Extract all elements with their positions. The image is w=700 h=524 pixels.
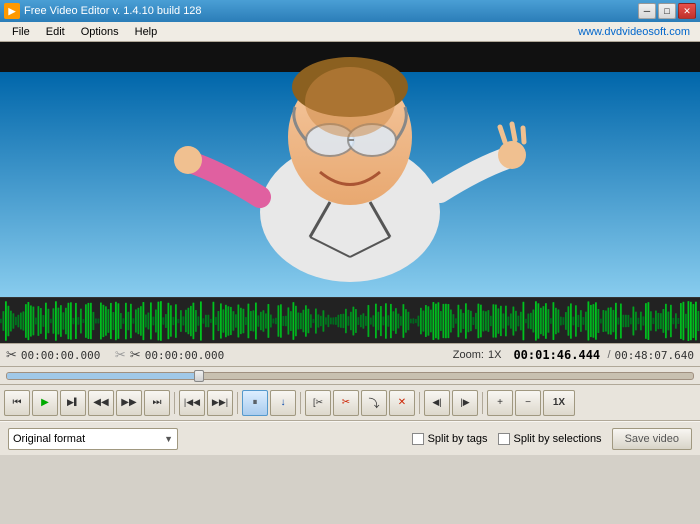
split-by-selections-label: Split by selections [514,433,602,445]
pause-button[interactable]: ⏸ [242,390,268,416]
window-controls: ─ □ ✕ [638,3,696,19]
zoom-level: 1X [488,349,501,361]
app-icon: ▶ [4,3,20,19]
window-title: Free Video Editor v. 1.4.10 build 128 [24,5,638,17]
seek-bar-area [0,367,700,385]
fade-button[interactable]: ⤵ [361,390,387,416]
waveform-svg: // Generate waveform pattern inline via … [0,298,700,343]
video-area [0,42,700,297]
cut-point-icon: ✂ [115,347,126,363]
menu-bar: File Edit Options Help www.dvdvideosoft.… [0,22,700,42]
zoom-in-button[interactable]: + [487,390,513,416]
next-mark-button[interactable]: |▶ [452,390,478,416]
mark-start-button[interactable]: [✂ [305,390,331,416]
split-by-tags-checkbox[interactable] [412,433,424,445]
next-frame-button[interactable]: ▶▶ [116,390,142,416]
menu-options[interactable]: Options [73,25,127,39]
end-timecode: 00:00:00.000 [145,349,235,362]
menu-edit[interactable]: Edit [38,25,73,39]
delete-segment-button[interactable]: ✕ [389,390,415,416]
timecode-bar: ✂ 00:00:00.000 ✂ ✂ 00:00:00.000 Zoom: 1X… [0,343,700,367]
dropdown-arrow-icon: ▼ [164,434,173,444]
download-button[interactable]: ↓ [270,390,296,416]
maximize-button[interactable]: □ [658,3,676,19]
prev-frame-button[interactable]: ◀◀ [88,390,114,416]
menu-file[interactable]: File [4,25,38,39]
title-bar: ▶ Free Video Editor v. 1.4.10 build 128 … [0,0,700,22]
separator-4 [419,392,420,414]
menu-help[interactable]: Help [127,25,166,39]
go-to-start-button[interactable]: ⏮ [4,390,30,416]
split-by-selections-group: Split by selections [498,433,602,445]
waveform-area: // Generate waveform pattern inline via … [0,297,700,343]
website-link[interactable]: www.dvdvideosoft.com [578,26,696,38]
separator-5 [482,392,483,414]
seek-range [7,373,199,379]
split-by-selections-checkbox[interactable] [498,433,510,445]
play-button[interactable]: ▶ [32,390,58,416]
start-timecode: 00:00:00.000 [21,349,111,362]
separator-1 [174,392,175,414]
split-by-tags-label: Split by tags [428,433,488,445]
scissors-cut-button[interactable]: ✂ [333,390,359,416]
play-selection-button[interactable]: ▶▌ [60,390,86,416]
controls-bar: ⏮ ▶ ▶▌ ◀◀ ▶▶ ⏭ |◀◀ ▶▶| ⏸ ↓ [✂ ✂ ⤵ ✕ ◀| |… [0,385,700,421]
prev-mark-button[interactable]: ◀| [424,390,450,416]
zoom-level-button[interactable]: 1X [543,390,575,416]
close-button[interactable]: ✕ [678,3,696,19]
next-keyframe-button[interactable]: ▶▶| [207,390,233,416]
menu-items: File Edit Options Help [4,25,165,39]
bottom-bar: Original format ▼ Split by tags Split by… [0,421,700,455]
separator-2 [237,392,238,414]
seek-thumb[interactable] [194,370,204,382]
minimize-button[interactable]: ─ [638,3,656,19]
zoom-label: Zoom: [453,349,484,361]
separator-3 [300,392,301,414]
format-dropdown[interactable]: Original format ▼ [8,428,178,450]
prev-keyframe-button[interactable]: |◀◀ [179,390,205,416]
split-by-tags-group: Split by tags [412,433,488,445]
zoom-out-button[interactable]: − [515,390,541,416]
go-to-end-button[interactable]: ⏭ [144,390,170,416]
seek-track[interactable] [6,372,694,380]
video-content [0,42,700,297]
format-label: Original format [13,433,85,445]
total-time: 00:48:07.640 [615,349,694,362]
video-placeholder [0,42,700,297]
time-divider: / [607,349,610,361]
save-video-button[interactable]: Save video [612,428,692,450]
cut-point2-icon: ✂ [130,347,141,363]
cut-scissors-icon: ✂ [6,347,17,363]
current-time: 00:01:46.444 [513,348,603,362]
